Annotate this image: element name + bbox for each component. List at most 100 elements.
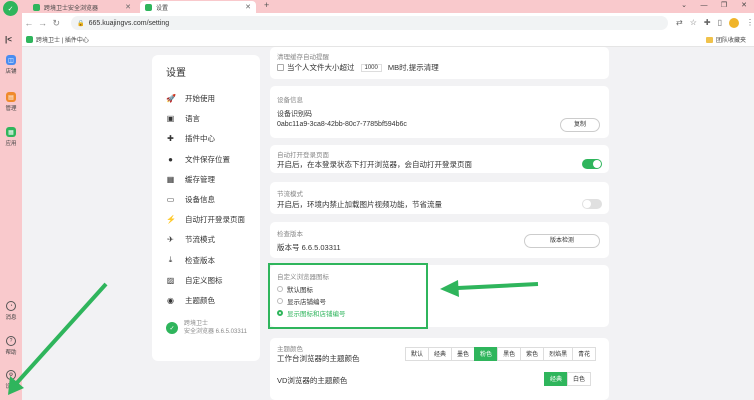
brand: ✓ 跨境卫士 安全浏览器 6.6.5.03311 (166, 320, 247, 336)
device-card: 设备信息 设备识别码 0abc11a9-3ca8-42bb-80c7-7785b… (270, 86, 609, 138)
monitor-icon: ▭ (166, 195, 175, 204)
theme-option[interactable]: 烈焰黑 (543, 347, 574, 361)
rocket-icon: 🚀 (166, 94, 176, 103)
rail-item-messages[interactable]: ◔ 消息 (0, 301, 22, 321)
shield-logo-icon[interactable]: ✓ (3, 1, 18, 16)
cache-card: 清理缓存自动提醒 当个人文件大小超过 1000 MB时,提示清理 (270, 47, 609, 79)
menu-item[interactable]: ✈ 节流模式 (166, 234, 215, 245)
close-icon[interactable]: ✕ (125, 3, 131, 11)
rail-item-manage[interactable]: ▤ 管理 (0, 92, 22, 112)
palette-icon: ◉ (167, 296, 174, 305)
tab-settings[interactable]: 设置 ✕ (140, 1, 256, 13)
help-icon: ? (6, 336, 16, 346)
menu-item[interactable]: ⤓ 检查版本 (166, 255, 215, 266)
cache-size-input[interactable]: 1000 (360, 63, 382, 72)
menu-item[interactable]: ● 文件保存位置 (166, 154, 230, 165)
shop-icon: ◫ (6, 55, 16, 65)
brand-name: 跨境卫士 (184, 321, 209, 327)
theme-option[interactable]: 经典 (544, 372, 569, 386)
cache-checkbox[interactable] (277, 64, 284, 71)
auto-login-toggle[interactable] (582, 159, 602, 169)
new-tab-button[interactable]: + (264, 0, 269, 10)
menu-icon[interactable]: ⋮ (746, 18, 754, 28)
menu-item-label: 自定义图标 (185, 275, 223, 285)
bolt-icon: ⚡ (166, 215, 176, 225)
close-window-icon[interactable]: ✕ (734, 0, 754, 12)
team-bookmarks[interactable]: 团队收藏夹 (705, 35, 746, 44)
highlight-box (268, 263, 428, 329)
rail-label: 设置 (5, 384, 17, 390)
collapse-icon[interactable]: |< (5, 35, 12, 44)
throttle-toggle[interactable] (582, 199, 602, 209)
menu-item-label: 文件保存位置 (185, 154, 230, 164)
copy-button[interactable]: 复制 (560, 118, 600, 132)
menu-item[interactable]: ▨ 自定义图标 (166, 275, 223, 286)
reload-icon[interactable]: ↻ (49, 18, 63, 29)
menu-item[interactable]: ▭ 设备信息 (166, 194, 215, 205)
close-icon[interactable]: ✕ (245, 3, 251, 11)
rail-item-shops[interactable]: ◫ 店铺 (0, 55, 22, 75)
split-icon[interactable]: ▯ (718, 18, 722, 28)
back-icon[interactable]: ← (22, 18, 36, 28)
folder-icon (705, 36, 713, 43)
settings-title: 设置 (166, 68, 186, 79)
menu-item[interactable]: ▦ 缓存管理 (166, 174, 215, 185)
theme-option[interactable]: 黑色 (497, 347, 522, 361)
menu-item[interactable]: ▣ 语言 (166, 113, 200, 124)
left-rail: |< ◫ 店铺 ▤ 管理 ▦ 应用 ◔ 消息 ? 帮助 ⚙ 设置 (0, 13, 22, 400)
star-icon[interactable]: ☆ (690, 18, 697, 28)
shield-logo-icon: ✓ (166, 322, 178, 334)
image-icon: ▨ (166, 275, 175, 285)
menu-item-label: 检查版本 (185, 255, 215, 265)
card-label: 节流模式 (277, 191, 303, 198)
theme-option[interactable]: 紫色 (520, 347, 545, 361)
menu-item[interactable]: ⚡ 自动打开登录页面 (166, 214, 245, 225)
translate-icon[interactable]: ⇄ (676, 18, 683, 28)
bookmark-link[interactable]: 跨境卫士 | 插件中心 (36, 35, 89, 44)
tab-browser-home[interactable]: 跨境卫士安全浏览器 ✕ (28, 1, 136, 13)
minimize-icon[interactable]: — (694, 0, 714, 12)
theme-option[interactable]: 粉色 (474, 347, 499, 361)
rail-label: 应用 (5, 141, 17, 147)
rail-item-help[interactable]: ? 帮助 (0, 336, 22, 356)
menu-item-label: 自动打开登录页面 (185, 215, 245, 225)
menu-item[interactable]: ◉ 主题颜色 (166, 295, 215, 306)
menu-item-label: 缓存管理 (185, 174, 215, 184)
menu-item-label: 节流模式 (185, 235, 215, 245)
avatar[interactable] (729, 18, 740, 28)
download-icon: ⤓ (168, 255, 173, 265)
tab-label: 设置 (156, 5, 169, 12)
menu-item-label: 设备信息 (185, 195, 215, 204)
chevron-down-icon[interactable]: ⌄ (674, 0, 694, 12)
check-version-button[interactable]: 版本检测 (524, 234, 600, 248)
tab-bar: 跨境卫士安全浏览器 ✕ 设置 ✕ + ⌄ — ❐ ✕ (0, 0, 754, 13)
theme-option[interactable]: 青花 (572, 347, 597, 361)
rail-item-apps[interactable]: ▦ 应用 (0, 127, 22, 147)
card-label: 检查版本 (277, 231, 303, 238)
device-sub-label: 设备识别码 (277, 111, 312, 118)
theme-option[interactable]: 墨色 (451, 347, 476, 361)
theme-option[interactable]: 默认 (405, 347, 430, 361)
theme-option[interactable]: 经典 (428, 347, 453, 361)
bookmarks-bar: 跨境卫士 | 插件中心 团队收藏夹 (22, 33, 754, 47)
extensions-icon[interactable]: ✚ (704, 18, 711, 28)
menu-item[interactable]: 🚀 开始使用 (166, 93, 215, 104)
menu-item-label: 主题颜色 (185, 296, 215, 305)
forward-icon[interactable]: → (36, 18, 50, 28)
cache-text-after: MB时,提示清理 (387, 63, 439, 72)
theme-option[interactable]: 白色 (567, 372, 592, 386)
restore-icon[interactable]: ❐ (714, 0, 734, 12)
rail-label: 帮助 (5, 350, 17, 356)
url-field[interactable]: 🔒 665.kuajingvs.com/setting (71, 16, 669, 30)
folder-icon: ● (168, 154, 173, 164)
lock-icon: 🔒 (77, 20, 85, 27)
menu-item-label: 插件中心 (185, 134, 215, 144)
menu-item[interactable]: ✚ 插件中心 (166, 133, 215, 144)
card-label: 主题颜色 (277, 346, 303, 353)
vd-theme-label: VD浏览器的主题颜色 (277, 376, 348, 385)
manage-icon: ▤ (6, 92, 16, 102)
plane-icon: ✈ (167, 235, 174, 245)
address-bar: ← → ↻ 🔒 665.kuajingvs.com/setting ⇄ ☆ ✚ … (22, 13, 754, 33)
throttle-card: 节流模式 开启后，环境内禁止加载图片视频功能，节省流量 (270, 182, 609, 214)
rail-item-settings[interactable]: ⚙ 设置 (0, 370, 22, 390)
